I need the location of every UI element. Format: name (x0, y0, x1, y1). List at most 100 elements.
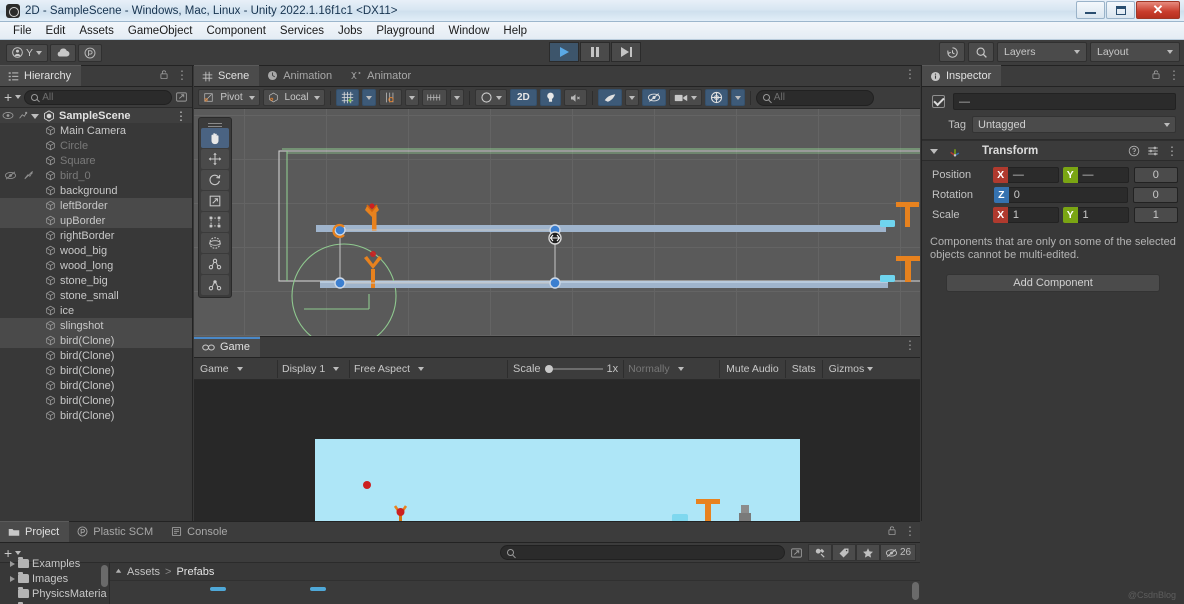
help-icon[interactable] (1128, 145, 1140, 157)
scene-canvas[interactable] (194, 109, 920, 355)
stats-button[interactable]: Stats (786, 359, 823, 378)
project-search-input[interactable] (500, 545, 785, 560)
eye-icon[interactable] (2, 110, 14, 121)
hierarchy-item[interactable]: bird_0 (0, 168, 192, 183)
lock-icon[interactable] (887, 525, 897, 536)
tree-item-physicsmaterials[interactable]: PhysicsMateria (0, 586, 109, 601)
chevron-right-icon[interactable] (10, 560, 15, 567)
rotate-tool-button[interactable] (201, 170, 229, 190)
tree-item-images[interactable]: Images (0, 571, 109, 586)
selection-handles[interactable] (194, 109, 920, 355)
hidden-assets-indicator[interactable]: 26 (880, 544, 916, 561)
tree-scrollbar[interactable] (101, 565, 108, 587)
hand-tool-button[interactable] (201, 128, 229, 148)
playmode-dropdown[interactable]: Normally (624, 359, 721, 378)
tab-hierarchy[interactable]: Hierarchy (0, 65, 82, 86)
hierarchy-item[interactable]: bird(Clone) (0, 393, 192, 408)
hierarchy-item[interactable]: rightBorder (0, 228, 192, 243)
tab-game[interactable]: Game (194, 336, 260, 357)
maximize-button[interactable] (1106, 1, 1135, 19)
tab-animator[interactable]: Animator (342, 65, 421, 86)
filter-by-label-button[interactable] (832, 544, 856, 561)
mute-audio-button[interactable]: Mute Audio (720, 359, 786, 378)
chevron-right-icon[interactable] (10, 575, 15, 582)
chevron-down-icon[interactable] (867, 366, 874, 371)
hierarchy-item[interactable]: wood_long (0, 258, 192, 273)
hierarchy-item[interactable]: bird(Clone) (0, 363, 192, 378)
scale-z-input[interactable]: 1 (1133, 206, 1178, 223)
tab-project[interactable]: Project (0, 521, 70, 542)
menu-help[interactable]: Help (496, 24, 534, 38)
audio-toggle[interactable] (563, 89, 587, 106)
ruler-dropdown[interactable] (450, 89, 464, 106)
visibility-toggles[interactable] (4, 170, 35, 181)
gameobject-name-input[interactable]: — (953, 93, 1176, 110)
hierarchy-item[interactable]: bird(Clone) (0, 408, 192, 423)
custom-tool-1-button[interactable] (201, 254, 229, 274)
grid-snap-dropdown[interactable] (362, 89, 376, 106)
hierarchy-item[interactable]: Main Camera (0, 123, 192, 138)
rect-tool-button[interactable] (201, 212, 229, 232)
custom-tool-2-button[interactable] (201, 275, 229, 295)
chevron-down-icon[interactable] (15, 550, 22, 555)
increment-snap-button[interactable] (379, 89, 402, 106)
chevron-down-icon[interactable] (15, 95, 22, 99)
hierarchy-search-input[interactable]: All (24, 89, 172, 105)
effects-dropdown[interactable] (624, 89, 639, 106)
transform-component-header[interactable]: Transform ⋮ (922, 140, 1184, 161)
preset-icon[interactable] (1147, 145, 1159, 157)
hierarchy-item[interactable]: leftBorder (0, 198, 192, 213)
tab-inspector[interactable]: Inspector (922, 65, 1002, 86)
add-component-button[interactable]: Add Component (946, 274, 1160, 292)
shading-mode-dropdown[interactable] (475, 89, 507, 106)
hierarchy-item[interactable]: ice (0, 303, 192, 318)
breadcrumb-assets[interactable]: Assets (127, 566, 160, 578)
breadcrumb-prefabs[interactable]: Prefabs (176, 566, 214, 578)
hierarchy-filter-icon[interactable] (175, 91, 188, 103)
tab-animation[interactable]: Animation (259, 65, 342, 86)
cloud-button[interactable] (50, 43, 77, 62)
transform-tool-button[interactable] (201, 233, 229, 253)
scale-y-input[interactable]: 1 (1077, 206, 1129, 223)
toolbar-search-button[interactable] (968, 42, 994, 62)
local-dropdown[interactable]: Local (263, 89, 325, 106)
project-filter-icon[interactable] (790, 547, 803, 559)
hierarchy-item[interactable]: stone_big (0, 273, 192, 288)
inspector-menu-icon[interactable]: ⋮ (1168, 69, 1180, 81)
game-target-dropdown[interactable]: Game (196, 359, 278, 378)
favorites-button[interactable] (856, 544, 880, 561)
hierarchy-scene-root[interactable]: SampleScene ⋮ (0, 108, 192, 123)
gizmos-button[interactable]: Gizmos (823, 360, 868, 378)
scene-camera-dropdown[interactable] (668, 89, 702, 106)
menu-component[interactable]: Component (199, 24, 272, 38)
ruler-button[interactable] (422, 89, 447, 106)
hierarchy-item[interactable]: wood_big (0, 243, 192, 258)
tab-scene[interactable]: Scene (194, 65, 260, 86)
mode-2d-toggle[interactable]: 2D (510, 89, 537, 106)
eye-off-icon[interactable] (4, 170, 17, 181)
hierarchy-item[interactable]: upBorder (0, 213, 192, 228)
menu-playground[interactable]: Playground (369, 24, 441, 38)
tag-dropdown[interactable]: Untagged (972, 116, 1176, 133)
gameobject-enabled-checkbox[interactable] (932, 95, 945, 108)
project-menu-icon[interactable]: ⋮ (904, 525, 916, 537)
scale-x-input[interactable]: 1 (1007, 206, 1059, 223)
tab-plastic-scm[interactable]: Plastic SCM (69, 521, 163, 542)
menu-gameobject[interactable]: GameObject (121, 24, 200, 38)
lighting-toggle[interactable] (539, 89, 561, 106)
lock-icon[interactable] (159, 69, 169, 80)
position-z-input[interactable]: 0 (1133, 166, 1178, 183)
assets-grid[interactable] (110, 581, 920, 604)
hierarchy-item[interactable]: bird(Clone) (0, 348, 192, 363)
scene-search-input[interactable]: All (755, 89, 874, 106)
hierarchy-item[interactable]: bird(Clone) (0, 333, 192, 348)
add-gameobject-button[interactable]: + (4, 90, 12, 104)
transform-menu-icon[interactable]: ⋮ (1166, 145, 1178, 157)
hierarchy-item[interactable]: stone_small (0, 288, 192, 303)
menu-window[interactable]: Window (442, 24, 497, 38)
plastic-scm-button[interactable] (78, 43, 103, 62)
menu-services[interactable]: Services (273, 24, 331, 38)
position-y-input[interactable]: — (1077, 166, 1129, 183)
hierarchy-menu-icon[interactable]: ⋮ (176, 69, 188, 81)
hidden-objects-toggle[interactable] (641, 89, 666, 106)
